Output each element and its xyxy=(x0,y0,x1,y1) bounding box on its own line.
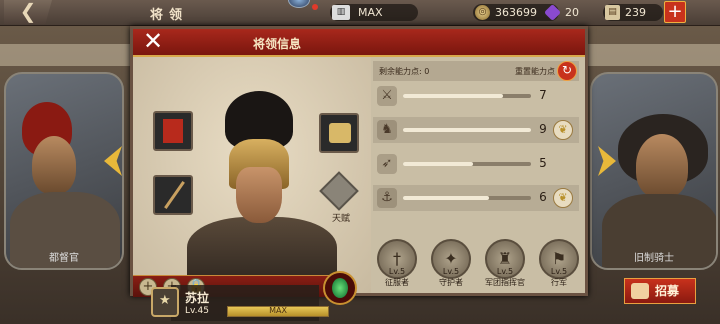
stat-points-header: 剩余能力点: 0 重置能力点 ↻ xyxy=(373,61,579,81)
hero-face xyxy=(236,167,282,223)
scroll-icon: ▤ xyxy=(605,5,620,20)
stat-bar xyxy=(403,94,531,98)
gem-icon xyxy=(544,4,561,21)
panel-header: ✕ 将领信息 xyxy=(133,29,585,57)
add-resource-button[interactable]: + xyxy=(664,1,686,23)
scroll-counter: ▤ 239 xyxy=(603,4,663,21)
recruit-label: 招募 xyxy=(655,284,680,298)
skill-guardian[interactable]: ✦ Lv.5 守护者 xyxy=(429,239,473,299)
coin-value: 363699 xyxy=(495,6,537,19)
talent-label: 天赋 xyxy=(331,214,350,224)
hero-name: 苏拉 xyxy=(185,291,210,305)
spear-equipment-slot[interactable] xyxy=(153,175,193,215)
skill-level: Lv.5 xyxy=(496,267,514,276)
plus-icon: + xyxy=(667,1,683,22)
scroll-value: 239 xyxy=(625,6,646,19)
remaining-points-label: 剩余能力点: 0 xyxy=(379,67,430,76)
close-icon: ✕ xyxy=(142,27,164,55)
stat-bar-fill xyxy=(403,162,474,166)
skill-level: Lv.5 xyxy=(442,267,460,276)
building-capacity: ▥ MAX xyxy=(330,4,418,21)
skill-legion-commander[interactable]: ♜ Lv.5 军团指挥官 xyxy=(483,239,527,299)
skill-march[interactable]: ⚑ Lv.5 行军 xyxy=(537,239,581,299)
stat-row-bow: ➶ 5 xyxy=(373,151,579,177)
anchor-icon: ⚓ xyxy=(377,188,397,208)
rank-badge-icon xyxy=(151,287,179,317)
stat-value: 6 xyxy=(539,190,547,204)
side-card-left-name: 都督官 xyxy=(49,253,79,264)
coin-icon: ◎ xyxy=(475,5,490,20)
side-card-right[interactable]: 旧制骑士 xyxy=(590,72,718,270)
scroll-equipment-slot[interactable] xyxy=(319,113,359,153)
back-arrow-icon: ❮ xyxy=(19,0,37,23)
laurel-icon: ❦ xyxy=(553,188,573,208)
experience-label: MAX xyxy=(269,306,287,315)
skill-conqueror[interactable]: † Lv.5 征服者 xyxy=(375,239,419,299)
stat-value: 5 xyxy=(539,156,547,170)
gem-value: 20 xyxy=(565,6,579,19)
stat-value: 9 xyxy=(539,122,547,136)
emerald-gem-slot[interactable] xyxy=(323,271,357,305)
recruit-button[interactable]: 招募 xyxy=(624,278,696,304)
reset-points-label: 重置能力点 xyxy=(515,67,555,76)
hero-level: Lv.45 xyxy=(185,306,209,316)
refresh-icon: ↻ xyxy=(561,63,573,77)
stat-row-anchor: ⚓ 6 ❦ xyxy=(373,185,579,211)
stat-row-sword: ⚔ 7 xyxy=(373,83,579,109)
talent-icon[interactable] xyxy=(319,171,359,211)
orb-icon[interactable] xyxy=(288,0,310,8)
back-button[interactable]: ❮ xyxy=(4,0,52,24)
stat-bar-fill xyxy=(403,196,489,200)
general-info-panel: ✕ 将领信息 天赋 + + 🔒 苏拉 Lv.45 MAX xyxy=(130,26,588,321)
recruit-icon xyxy=(631,283,649,299)
skill-name: 行军 xyxy=(551,278,567,287)
stat-row-horse: ♞ 9 ❦ xyxy=(373,117,579,143)
skill-name: 征服者 xyxy=(385,278,409,287)
hero-portrait-area: 天赋 + + 🔒 苏拉 Lv.45 MAX xyxy=(133,57,371,321)
side-card-left[interactable]: 都督官 xyxy=(4,72,124,270)
top-bar: ❮ 将领 ▥ MAX ◎ 363699 20 ▤ 239 + xyxy=(0,0,720,26)
banner-equipment-slot[interactable] xyxy=(153,111,193,151)
close-button[interactable]: ✕ xyxy=(139,27,167,55)
stat-bar-fill xyxy=(403,128,531,132)
experience-bar: MAX xyxy=(227,306,329,317)
stat-bar xyxy=(403,196,531,200)
skill-name: 守护者 xyxy=(439,278,463,287)
horse-icon: ♞ xyxy=(377,120,397,140)
barbarian-face xyxy=(636,134,688,198)
stat-bar xyxy=(403,162,531,166)
capacity-label: MAX xyxy=(358,6,383,19)
panel-title: 将领信息 xyxy=(253,37,302,51)
stat-bar-fill xyxy=(403,94,503,98)
stats-panel: 剩余能力点: 0 重置能力点 ↻ ⚔ 7 ♞ 9 ❦ ➶ 5 ⚓ 6 ❦ † L… xyxy=(373,61,585,291)
skills-row: † Lv.5 征服者 ✦ Lv.5 守护者 ♜ Lv.5 军团指挥官 ⚑ Lv.… xyxy=(373,239,585,299)
bow-icon: ➶ xyxy=(377,154,397,174)
skill-level: Lv.5 xyxy=(388,267,406,276)
temple-icon: ▥ xyxy=(332,5,350,20)
sword-icon: ⚔ xyxy=(377,86,397,106)
stat-bar xyxy=(403,128,531,132)
gem-counter: 20 xyxy=(543,4,599,21)
notification-dot xyxy=(312,4,318,10)
laurel-icon: ❦ xyxy=(553,120,573,140)
roman-soldier-face xyxy=(32,136,76,194)
reset-points-button[interactable]: ↻ xyxy=(557,61,577,81)
hero-name-box: 苏拉 Lv.45 MAX xyxy=(151,285,329,323)
stat-value: 7 xyxy=(539,88,547,102)
page-title: 将领 xyxy=(150,8,189,23)
skill-name: 军团指挥官 xyxy=(485,278,525,287)
side-card-right-name: 旧制骑士 xyxy=(634,253,674,264)
skill-level: Lv.5 xyxy=(550,267,568,276)
